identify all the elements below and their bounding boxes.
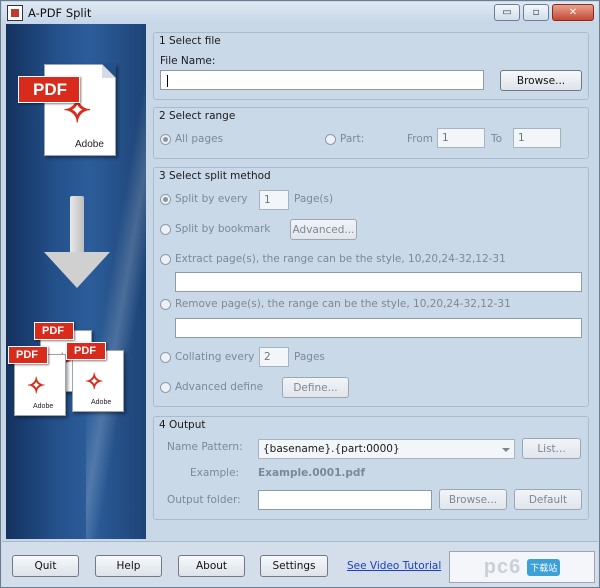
example-value: Example.0001.pdf	[258, 467, 366, 479]
file-name-label: File Name:	[160, 55, 216, 67]
advanced-button[interactable]: Advanced...	[290, 219, 357, 240]
name-pattern-value: {basename}.{part:0000}	[263, 443, 400, 455]
window-title: A-PDF Split	[28, 6, 92, 20]
collating-input[interactable]: 2	[259, 347, 289, 367]
settings-button[interactable]: Settings	[260, 555, 328, 577]
text-cursor	[167, 75, 168, 87]
group-title: 2 Select range	[159, 110, 236, 122]
all-pages-label: All pages	[175, 133, 224, 145]
browse-folder-button[interactable]: Browse...	[439, 489, 507, 510]
split-every-input[interactable]: 1	[259, 190, 289, 210]
name-pattern-select[interactable]: {basename}.{part:0000}	[258, 439, 515, 459]
bottom-bar: Quit Help About Settings See Video Tutor…	[2, 541, 598, 587]
split-every-label: Split by every	[175, 193, 248, 205]
split-method-group: 3 Select split method Split by every 1 P…	[153, 167, 589, 407]
pdf-tag: PDF	[8, 346, 48, 364]
remove-pages-input[interactable]	[175, 318, 582, 338]
remove-pages-label: Remove page(s), the range can be the sty…	[175, 298, 511, 310]
to-page-input[interactable]: 1	[513, 128, 561, 148]
split-every-radio[interactable]	[160, 194, 171, 205]
file-name-input[interactable]	[160, 70, 484, 90]
part-label: Part:	[340, 133, 365, 145]
advanced-define-radio[interactable]	[160, 382, 171, 393]
watermark-badge: 下载站	[527, 558, 561, 576]
group-title: 4 Output	[159, 419, 206, 431]
quit-button[interactable]: Quit	[12, 555, 79, 577]
group-title: 3 Select split method	[159, 170, 271, 182]
side-banner: ✧ Adobe PDF ✧ PDF ✧ Adobe PDF ✧ Adobe PD…	[6, 24, 146, 539]
list-button[interactable]: List...	[522, 438, 581, 459]
video-tutorial-link[interactable]: See Video Tutorial	[347, 560, 441, 572]
output-folder-input[interactable]	[258, 490, 432, 510]
from-label: From	[407, 133, 434, 145]
select-file-group: 1 Select file File Name: Browse...	[153, 32, 589, 100]
define-button[interactable]: Define...	[282, 377, 349, 398]
default-button[interactable]: Default	[514, 489, 582, 510]
collating-unit-label: Pages	[294, 351, 325, 363]
remove-pages-radio[interactable]	[160, 299, 171, 310]
chevron-down-icon	[502, 448, 510, 452]
down-arrow-icon	[44, 252, 110, 288]
output-group: 4 Output Name Pattern: {basename}.{part:…	[153, 416, 589, 520]
extract-pages-radio[interactable]	[160, 254, 171, 265]
split-bookmark-label: Split by bookmark	[175, 223, 271, 235]
arrow-shaft	[70, 196, 84, 258]
from-page-input[interactable]: 1	[437, 128, 485, 148]
name-pattern-label: Name Pattern:	[167, 441, 243, 453]
app-icon	[7, 5, 23, 21]
pdf-tag: PDF	[66, 342, 106, 360]
watermark-logo: pc6 下载站	[449, 551, 595, 583]
minimize-button[interactable]: ▭	[494, 4, 520, 21]
app-window: A-PDF Split ▭ ▫ ✕ ✧ Adobe PDF ✧ PDF ✧ Ad…	[0, 0, 600, 588]
close-button[interactable]: ✕	[552, 4, 594, 21]
to-label: To	[491, 133, 503, 145]
split-bookmark-radio[interactable]	[160, 224, 171, 235]
browse-file-button[interactable]: Browse...	[500, 70, 582, 91]
example-label: Example:	[190, 467, 240, 479]
restore-button[interactable]: ▫	[523, 4, 549, 21]
output-folder-label: Output folder:	[167, 494, 241, 506]
title-bar[interactable]: A-PDF Split ▭ ▫ ✕	[2, 2, 598, 24]
help-button[interactable]: Help	[95, 555, 162, 577]
all-pages-radio[interactable]	[160, 134, 171, 145]
collating-radio[interactable]	[160, 352, 171, 363]
adobe-label: Adobe	[33, 403, 54, 410]
watermark-text: pc6	[483, 555, 522, 578]
extract-pages-input[interactable]	[175, 272, 582, 292]
about-button[interactable]: About	[178, 555, 245, 577]
window-controls: ▭ ▫ ✕	[494, 4, 594, 21]
adobe-label: Adobe	[91, 399, 112, 406]
pages-unit-label: Page(s)	[294, 193, 334, 205]
advanced-define-label: Advanced define	[175, 381, 264, 393]
select-range-group: 2 Select range All pages Part: From 1 To…	[153, 107, 589, 159]
adobe-label: Adobe	[75, 139, 104, 150]
pdf-tag: PDF	[18, 76, 80, 103]
part-radio[interactable]	[325, 134, 336, 145]
group-title: 1 Select file	[159, 35, 221, 47]
pdf-tag: PDF	[34, 322, 74, 340]
extract-pages-label: Extract page(s), the range can be the st…	[175, 253, 506, 265]
collating-label: Collating every	[175, 351, 255, 363]
